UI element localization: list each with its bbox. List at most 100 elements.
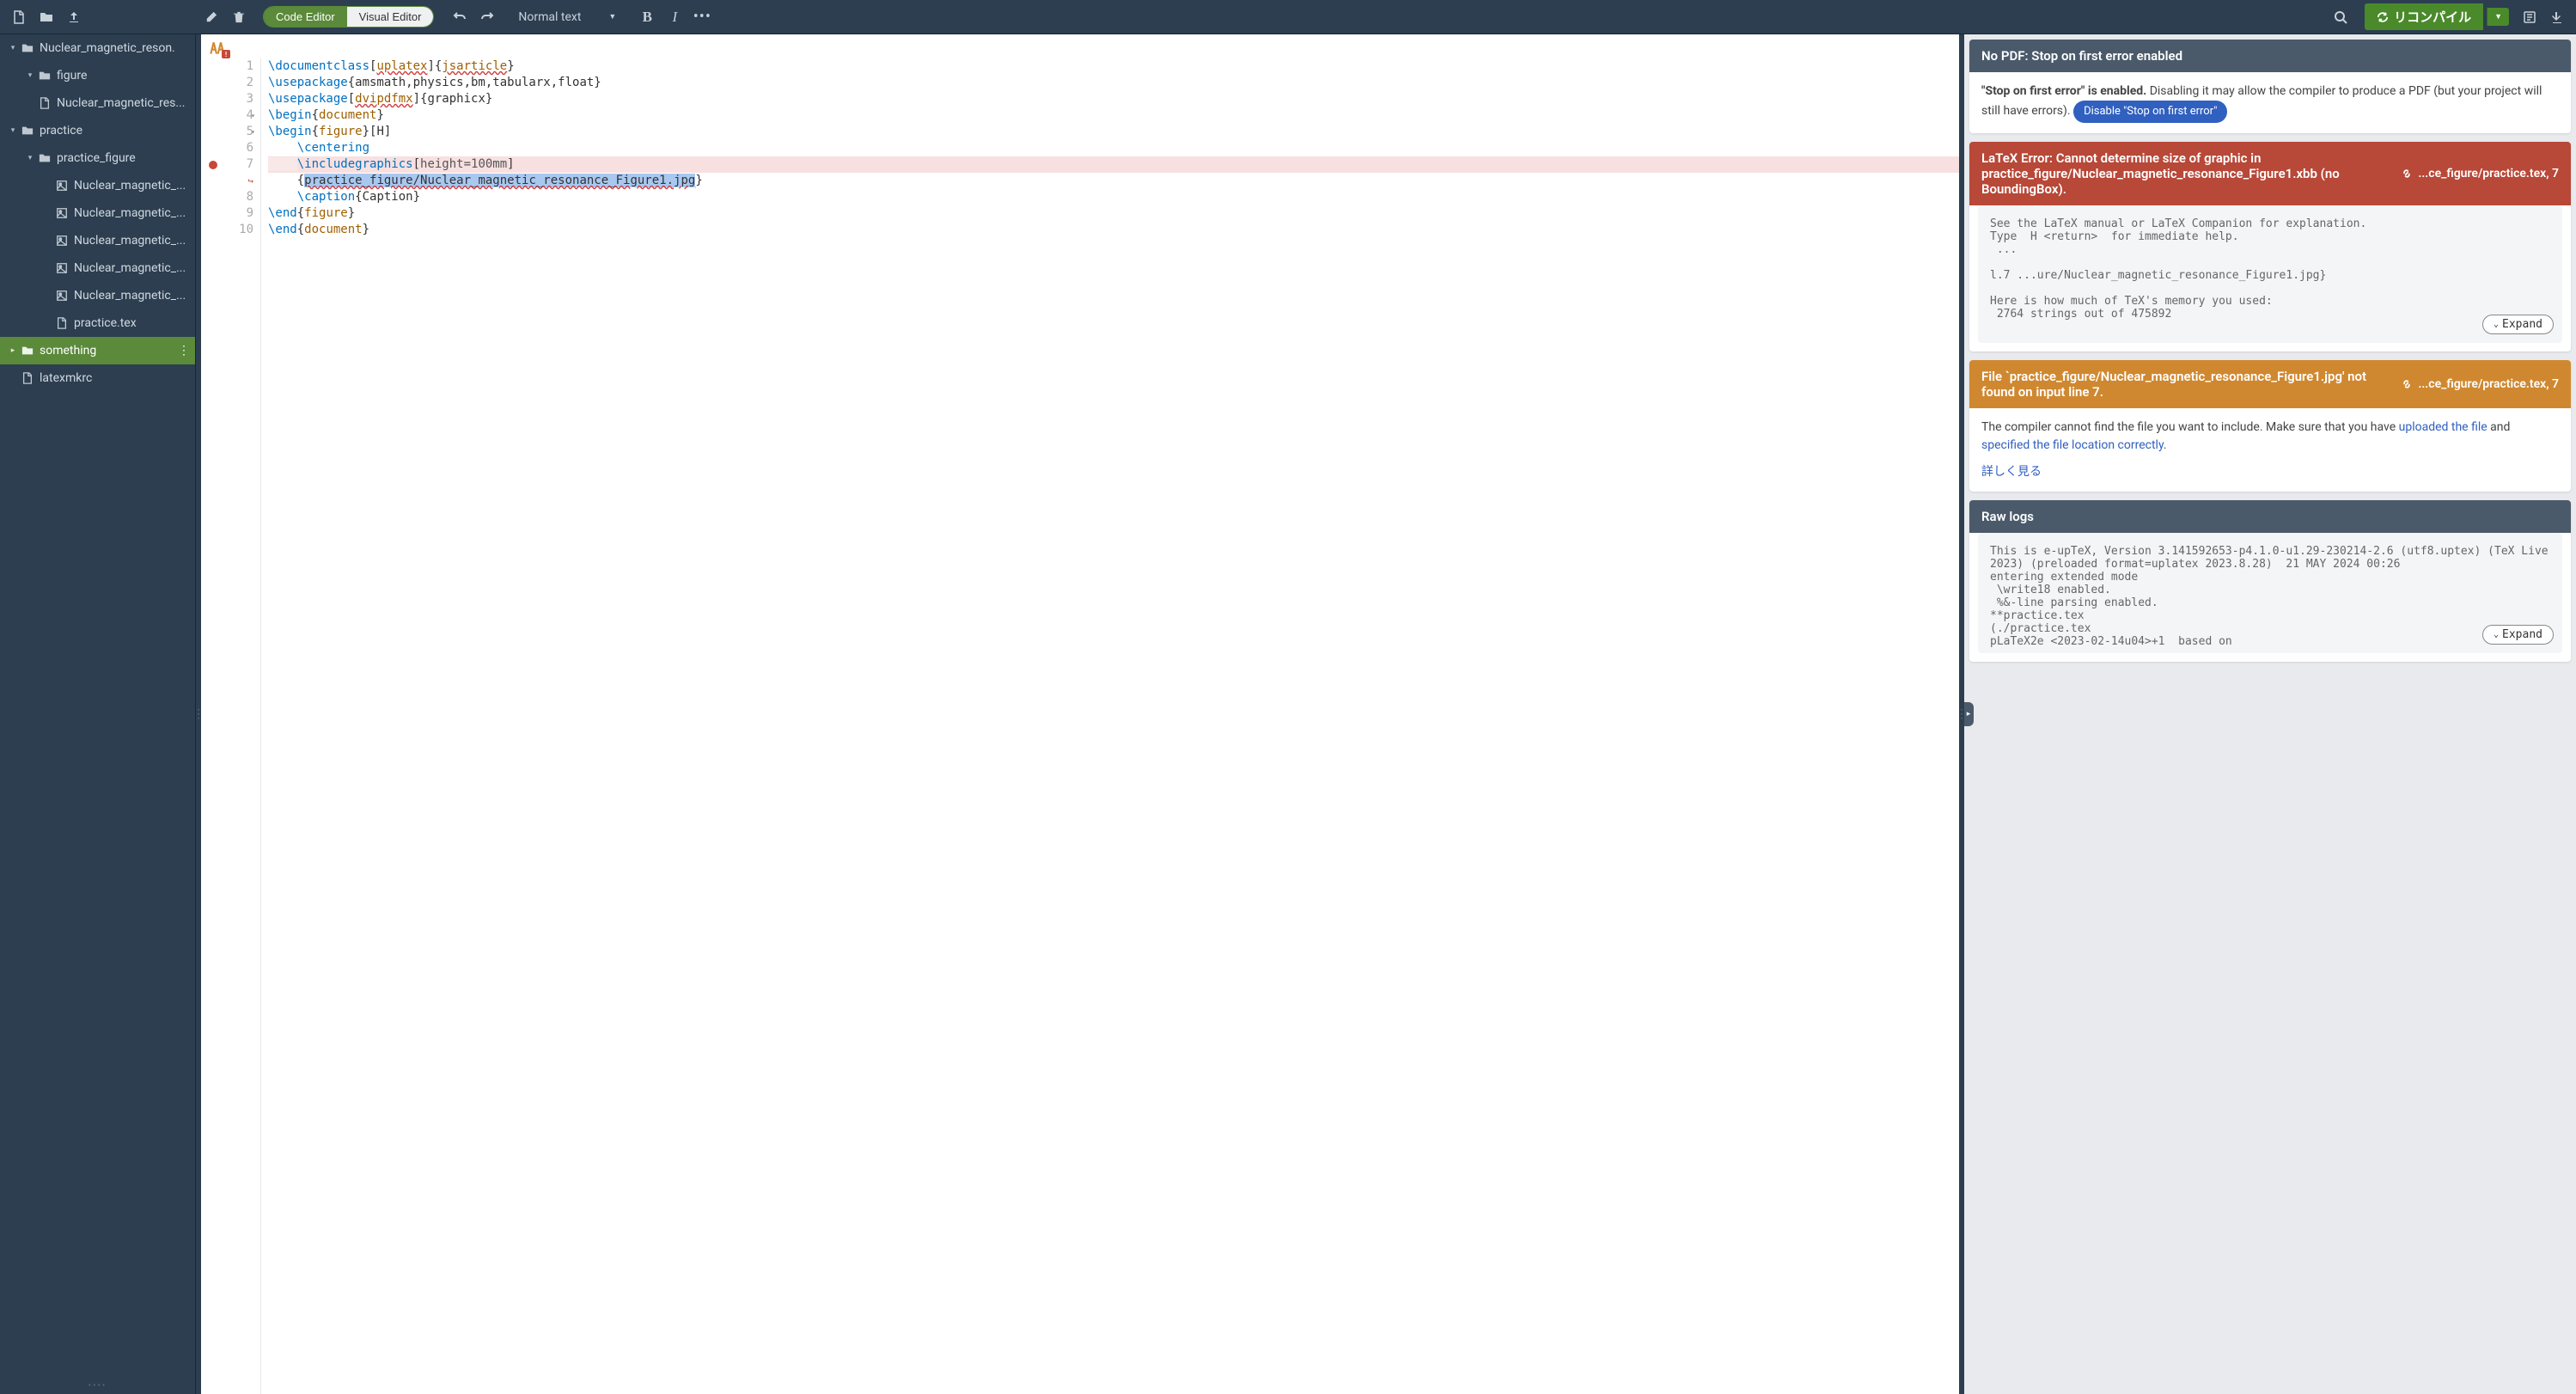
download-icon[interactable] [2545, 5, 2569, 29]
error-location-link[interactable]: ...ce_figure/practice.tex, 7 [2401, 150, 2559, 197]
tree-folder[interactable]: ▾practice_figure [0, 144, 195, 172]
tree-folder[interactable]: ▾figure [0, 62, 195, 89]
code-line[interactable]: \begin{document} [268, 107, 1959, 124]
folder-icon [21, 125, 34, 137]
tree-file[interactable]: Nuclear_magnetic_... [0, 282, 195, 309]
code-editor-button[interactable]: Code Editor [264, 7, 347, 27]
code-line[interactable]: {practice_figure/Nuclear_magnetic_resona… [268, 173, 1959, 189]
tree-folder[interactable]: ▾ Nuclear_magnetic_reson. [0, 34, 195, 62]
code-line[interactable]: \centering [268, 140, 1959, 156]
recompile-dropdown[interactable]: ▼ [2487, 8, 2509, 26]
logs-panel: ▸ No PDF: Stop on first error enabled "S… [1964, 34, 2576, 1394]
line-number: 7 [225, 156, 253, 173]
tree-file[interactable]: practice.tex [0, 309, 195, 337]
undo-icon[interactable] [448, 5, 472, 29]
more-format-icon[interactable]: ••• [690, 5, 714, 29]
image-icon [55, 290, 69, 302]
error-title: LaTeX Error: Cannot determine size of gr… [1981, 150, 2390, 197]
file-icon [38, 97, 52, 109]
sidebar-resize-handle[interactable]: •••• [0, 1378, 195, 1394]
code-line[interactable]: \begin{figure}[H] [268, 124, 1959, 140]
tree-item-label: practice.tex [74, 316, 137, 330]
tree-item-label: figure [57, 69, 87, 83]
uploaded-file-link[interactable]: uploaded the file [2399, 420, 2487, 434]
bold-icon[interactable]: B [635, 5, 659, 29]
upload-icon[interactable] [62, 5, 86, 29]
chevron-icon: ▸ [7, 346, 19, 355]
expand-button[interactable]: ⌄Expand [2482, 315, 2554, 334]
learn-more-link[interactable]: 詳しく見る [1981, 465, 2042, 479]
image-icon [55, 180, 69, 192]
code-line[interactable]: \usepackage[dvipdfmx]{graphicx} [268, 91, 1959, 107]
raw-log-text: This is e-upTeX, Version 3.141592653-p4.… [1978, 533, 2562, 653]
chevron-down-icon: ⌄ [2494, 320, 2499, 329]
file-location-link[interactable]: specified the file location correctly [1981, 438, 2164, 452]
tree-item-label: Nuclear_magnetic_... [74, 179, 186, 193]
line-number: 1 [225, 58, 253, 75]
recompile-button[interactable]: リコンパイル [2365, 3, 2483, 30]
line-number: 3 [225, 91, 253, 107]
tree-folder[interactable]: ▾practice [0, 117, 195, 144]
line-number: 8 [225, 189, 253, 205]
line-number: 6 [225, 140, 253, 156]
tree-item-label: latexmkrc [40, 371, 92, 385]
code-line[interactable]: \caption{Caption} [268, 189, 1959, 205]
tree-item-label: practice_figure [57, 151, 136, 165]
tree-file[interactable]: Nuclear_magnetic_... [0, 199, 195, 227]
new-file-icon[interactable] [7, 5, 31, 29]
visual-editor-button[interactable]: Visual Editor [347, 7, 434, 27]
folder-icon [38, 70, 52, 82]
no-pdf-title: No PDF: Stop on first error enabled [1969, 40, 2571, 72]
file-icon [55, 317, 69, 329]
image-icon [55, 207, 69, 219]
tree-folder[interactable]: ▸something⋮ [0, 337, 195, 364]
error-marker-icon[interactable] [209, 161, 217, 169]
tree-item-label: Nuclear_magnetic_res... [57, 96, 185, 110]
tree-file[interactable]: Nuclear_magnetic_... [0, 172, 195, 199]
tree-item-label: Nuclear_magnetic_... [74, 289, 186, 303]
text-style-label: Normal text [518, 10, 581, 24]
tree-file[interactable]: Nuclear_magnetic_res... [0, 89, 195, 117]
italic-icon[interactable]: I [662, 5, 687, 29]
tree-file[interactable]: Nuclear_magnetic_... [0, 254, 195, 282]
code-line[interactable]: \end{document} [268, 222, 1959, 238]
text-style-dropdown[interactable]: Normal text ▼ [511, 7, 623, 28]
line-number: 2 [225, 75, 253, 91]
tree-item-label: Nuclear_magnetic_... [74, 261, 186, 275]
chevron-down-icon: ⌄ [2494, 630, 2499, 639]
tree-item-label: Nuclear_magnetic_... [74, 234, 186, 248]
warning-title: File `practice_figure/Nuclear_magnetic_r… [1981, 369, 2390, 400]
collapse-panel-icon[interactable]: ▸ [1964, 702, 1974, 726]
new-folder-icon[interactable] [34, 5, 58, 29]
line-number: 5 [225, 124, 253, 140]
code-line[interactable]: \usepackage{amsmath,physics,bm,tabularx,… [268, 75, 1959, 91]
search-icon[interactable] [2329, 5, 2353, 29]
editor-warning-icon[interactable]: ! [206, 40, 227, 57]
folder-icon [21, 345, 34, 357]
line-number: 10 [225, 222, 253, 238]
chevron-icon: ▾ [7, 44, 19, 52]
top-toolbar: Code Editor Visual Editor Normal text ▼ … [0, 0, 2576, 34]
edit-icon[interactable] [199, 5, 223, 29]
code-line[interactable]: \documentclass[uplatex]{jsarticle} [268, 58, 1959, 75]
file-icon [21, 372, 34, 384]
code-editor-area[interactable]: ! 1234567↪8910 \documentclass[uplatex]{j… [201, 34, 1959, 1394]
code-line[interactable]: \end{figure} [268, 205, 1959, 222]
tree-item-label: Nuclear_magnetic_reson. [40, 41, 175, 55]
tree-file[interactable]: Nuclear_magnetic_... [0, 227, 195, 254]
link-icon [2401, 168, 2413, 180]
error-log-text: See the LaTeX manual or LaTeX Companion … [1978, 205, 2562, 343]
code-line[interactable]: \includegraphics[height=100mm] [268, 156, 1959, 173]
trash-icon[interactable] [227, 5, 251, 29]
chevron-down-icon: ▼ [608, 12, 616, 21]
line-number: ↪ [225, 173, 253, 189]
redo-icon[interactable] [475, 5, 499, 29]
row-menu-icon[interactable]: ⋮ [178, 344, 190, 358]
tree-file[interactable]: latexmkrc [0, 364, 195, 392]
folder-icon [38, 152, 52, 164]
chevron-icon: ▾ [7, 126, 19, 135]
warning-location-link[interactable]: ...ce_figure/practice.tex, 7 [2401, 369, 2559, 400]
disable-stop-button[interactable]: Disable "Stop on first error" [2073, 101, 2227, 123]
expand-button[interactable]: ⌄Expand [2482, 625, 2554, 645]
logs-icon[interactable] [2518, 5, 2542, 29]
